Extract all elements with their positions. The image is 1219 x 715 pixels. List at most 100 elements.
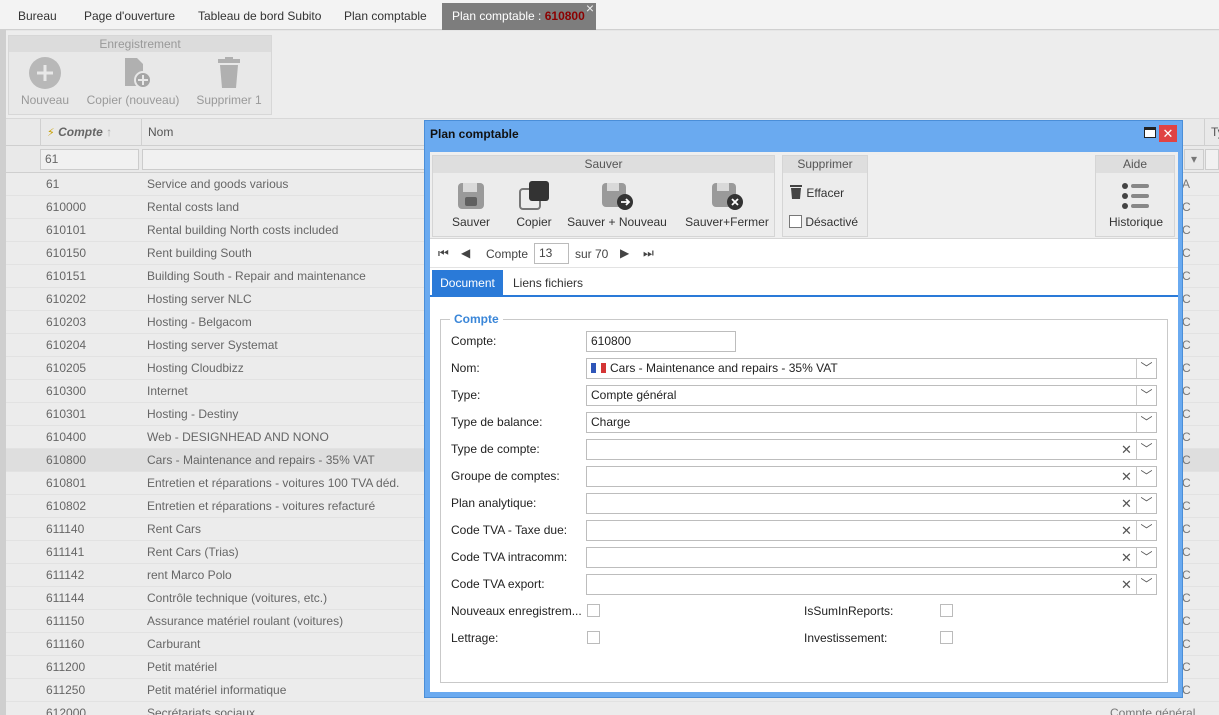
tab-document[interactable]: Document bbox=[432, 270, 503, 296]
clear-icon[interactable]: ✕ bbox=[1118, 521, 1135, 540]
cell-compte: 611150 bbox=[46, 614, 85, 628]
next-record-icon[interactable]: ▶ bbox=[620, 246, 629, 260]
group-aide: Aide Historique bbox=[1095, 155, 1175, 237]
chevron-down-icon[interactable]: ﹀ bbox=[1136, 413, 1156, 432]
filter-nom-input[interactable] bbox=[142, 149, 432, 170]
close-icon[interactable]: × bbox=[586, 0, 594, 22]
sauver-nouveau-label: Sauver + Nouveau bbox=[567, 215, 667, 229]
filter-compte-input[interactable]: 61 bbox=[40, 149, 139, 170]
desactive-checkbox[interactable]: Désactivé bbox=[789, 215, 858, 229]
tab-liens-fichiers[interactable]: Liens fichiers bbox=[513, 270, 583, 296]
cell-type: C bbox=[1182, 292, 1191, 306]
nom-select[interactable]: Cars - Maintenance and repairs - 35% VAT… bbox=[586, 358, 1157, 379]
tab-bureau[interactable]: Bureau bbox=[8, 3, 67, 30]
trash-icon bbox=[790, 185, 802, 199]
issum-checkbox[interactable] bbox=[940, 604, 953, 617]
group-title: Enregistrement bbox=[9, 36, 271, 52]
clear-icon[interactable]: ✕ bbox=[1118, 575, 1135, 594]
tab-plan-comptable-610800[interactable]: Plan comptable : 610800 × bbox=[442, 0, 596, 30]
cell-compte: 610101 bbox=[46, 223, 87, 237]
balance-select[interactable]: Charge ﹀ bbox=[586, 412, 1157, 433]
chevron-down-icon[interactable]: ﹀ bbox=[1136, 386, 1156, 405]
sauver-nouveau-button[interactable]: Sauver + Nouveau bbox=[567, 180, 667, 229]
tva-due-select[interactable]: ✕ ﹀ bbox=[586, 520, 1157, 541]
chevron-down-icon[interactable]: ﹀ bbox=[1136, 440, 1156, 459]
nouveaux-checkbox[interactable] bbox=[587, 604, 600, 617]
history-list-icon bbox=[1122, 183, 1149, 209]
clear-icon[interactable]: ✕ bbox=[1118, 467, 1135, 486]
compte-label: Compte: bbox=[451, 334, 497, 348]
copier-nouveau-button[interactable]: Copier (nouveau) bbox=[85, 56, 181, 107]
filter-type-input[interactable] bbox=[1205, 149, 1219, 170]
lettrage-checkbox[interactable] bbox=[587, 631, 600, 644]
table-row[interactable]: 612000 Secrétariats sociaux Compte général bbox=[6, 702, 1219, 715]
last-record-icon[interactable]: ⏭ bbox=[643, 246, 654, 261]
tva-intra-select[interactable]: ✕ ﹀ bbox=[586, 547, 1157, 568]
clear-icon[interactable]: ✕ bbox=[1118, 440, 1135, 459]
nav-label: Compte bbox=[486, 247, 529, 261]
group-title: Supprimer bbox=[783, 156, 867, 173]
effacer-label: Effacer bbox=[806, 186, 845, 200]
type-select[interactable]: Compte général ﹀ bbox=[586, 385, 1157, 406]
column-nom[interactable]: Nom bbox=[141, 119, 424, 146]
cell-compte: 610802 bbox=[46, 499, 87, 513]
record-navigator: ⏮ ◀ Compte 13 sur 70 ▶ ⏭ bbox=[430, 240, 1178, 268]
historique-button[interactable]: Historique bbox=[1100, 180, 1172, 229]
cell-nom: Building South - Repair and maintenance bbox=[147, 269, 366, 283]
nom-label: Nom: bbox=[451, 361, 480, 375]
first-record-icon[interactable]: ⏮ bbox=[438, 246, 449, 261]
cell-type: C bbox=[1182, 591, 1191, 605]
chevron-down-icon[interactable]: ﹀ bbox=[1136, 467, 1156, 486]
groupe-select[interactable]: ✕ ﹀ bbox=[586, 466, 1157, 487]
cell-nom: rent Marco Polo bbox=[147, 568, 232, 582]
column-compte[interactable]: ⚡ Compte ↑ bbox=[40, 119, 141, 146]
effacer-button[interactable]: Effacer bbox=[789, 184, 844, 200]
maximize-icon[interactable] bbox=[1144, 127, 1156, 138]
sauver-fermer-button[interactable]: Sauver+Fermer bbox=[683, 180, 771, 229]
clear-icon[interactable]: ✕ bbox=[1118, 494, 1135, 513]
trash-icon bbox=[218, 57, 240, 88]
issum-label: IsSumInReports: bbox=[804, 604, 894, 618]
compte-input[interactable]: 610800 bbox=[586, 331, 736, 352]
chevron-down-icon[interactable]: ﹀ bbox=[1136, 548, 1156, 567]
cell-compte: 611250 bbox=[46, 683, 86, 697]
cell-compte: 610150 bbox=[46, 246, 87, 260]
sauver-button[interactable]: Sauver bbox=[439, 180, 503, 229]
save-icon bbox=[458, 183, 484, 209]
tab-plan-comptable[interactable]: Plan comptable bbox=[334, 3, 437, 30]
chevron-down-icon[interactable]: ﹀ bbox=[1136, 359, 1156, 378]
cell-type: C bbox=[1182, 545, 1191, 559]
chevron-down-icon[interactable]: ﹀ bbox=[1136, 494, 1156, 513]
cell-nom: Internet bbox=[147, 384, 188, 398]
chevron-down-icon[interactable]: ▾ bbox=[1184, 149, 1204, 170]
cell-compte: 610400 bbox=[46, 430, 87, 444]
sauver-label: Sauver bbox=[451, 215, 491, 229]
nouveau-button[interactable]: Nouveau bbox=[15, 56, 75, 107]
record-number-input[interactable]: 13 bbox=[534, 243, 569, 264]
group-supprimer: Supprimer Effacer Désactivé bbox=[782, 155, 868, 237]
clear-icon[interactable]: ✕ bbox=[1118, 548, 1135, 567]
cell-type: C bbox=[1182, 407, 1191, 421]
previous-record-icon[interactable]: ◀ bbox=[461, 246, 470, 260]
close-dialog-button[interactable]: ✕ bbox=[1159, 125, 1177, 142]
supprimer-label: Supprimer 1 bbox=[196, 93, 262, 107]
chevron-down-icon[interactable]: ﹀ bbox=[1136, 521, 1156, 540]
copier-button[interactable]: Copier bbox=[509, 180, 559, 229]
type-compte-select[interactable]: ✕ ﹀ bbox=[586, 439, 1157, 460]
investissement-checkbox[interactable] bbox=[940, 631, 953, 644]
cell-nom: Cars - Maintenance and repairs - 35% VAT bbox=[147, 453, 375, 467]
tva-due-label: Code TVA - Taxe due: bbox=[451, 523, 568, 537]
cell-compte: 610203 bbox=[46, 315, 87, 329]
analytique-select[interactable]: ✕ ﹀ bbox=[586, 493, 1157, 514]
chevron-down-icon[interactable]: ﹀ bbox=[1136, 575, 1156, 594]
save-close-icon bbox=[712, 183, 743, 210]
column-type[interactable]: Ty bbox=[1204, 119, 1219, 146]
cell-type: C bbox=[1182, 269, 1191, 283]
group-title: Aide bbox=[1096, 156, 1174, 173]
tab-tableau-de-bord[interactable]: Tableau de bord Subito bbox=[188, 3, 331, 30]
supprimer-button[interactable]: Supprimer 1 bbox=[191, 56, 267, 107]
tva-export-select[interactable]: ✕ ﹀ bbox=[586, 574, 1157, 595]
cell-nom: Hosting - Destiny bbox=[147, 407, 239, 421]
tab-page-ouverture[interactable]: Page d'ouverture bbox=[74, 3, 185, 30]
sauver-fermer-label: Sauver+Fermer bbox=[685, 215, 769, 229]
